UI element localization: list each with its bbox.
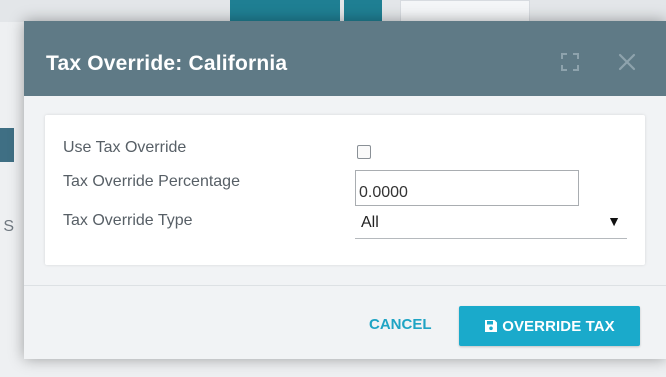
modal-title: Tax Override: California (46, 52, 288, 75)
tax-override-percentage-label: Tax Override Percentage (63, 173, 240, 190)
close-icon[interactable] (614, 49, 640, 75)
background-partial-text: S (3, 218, 14, 235)
footer-divider (24, 285, 666, 286)
tax-override-form: Use Tax Override Tax Override Percentage… (45, 115, 645, 265)
tax-override-percentage-input[interactable] (355, 170, 579, 206)
expand-icon[interactable] (557, 49, 583, 75)
tax-override-type-select[interactable]: All ▼ (355, 208, 627, 239)
cancel-button[interactable]: CANCEL (369, 316, 432, 333)
background-dropdown-button (344, 0, 382, 22)
background-side-button (0, 128, 14, 162)
tax-override-type-value: All (361, 214, 379, 231)
save-icon (484, 319, 498, 333)
override-tax-label: OVERRIDE TAX (502, 317, 615, 335)
use-tax-override-checkbox[interactable] (357, 145, 371, 159)
tax-override-modal: Tax Override: California Use Tax Overrid… (24, 21, 666, 359)
dropdown-arrow-icon: ▼ (607, 213, 621, 229)
override-tax-button[interactable]: OVERRIDE TAX (459, 306, 640, 346)
modal-header: Tax Override: California (24, 21, 666, 96)
tax-override-type-label: Tax Override Type (63, 212, 193, 229)
background-primary-button (230, 0, 340, 22)
use-tax-override-label: Use Tax Override (63, 139, 187, 156)
